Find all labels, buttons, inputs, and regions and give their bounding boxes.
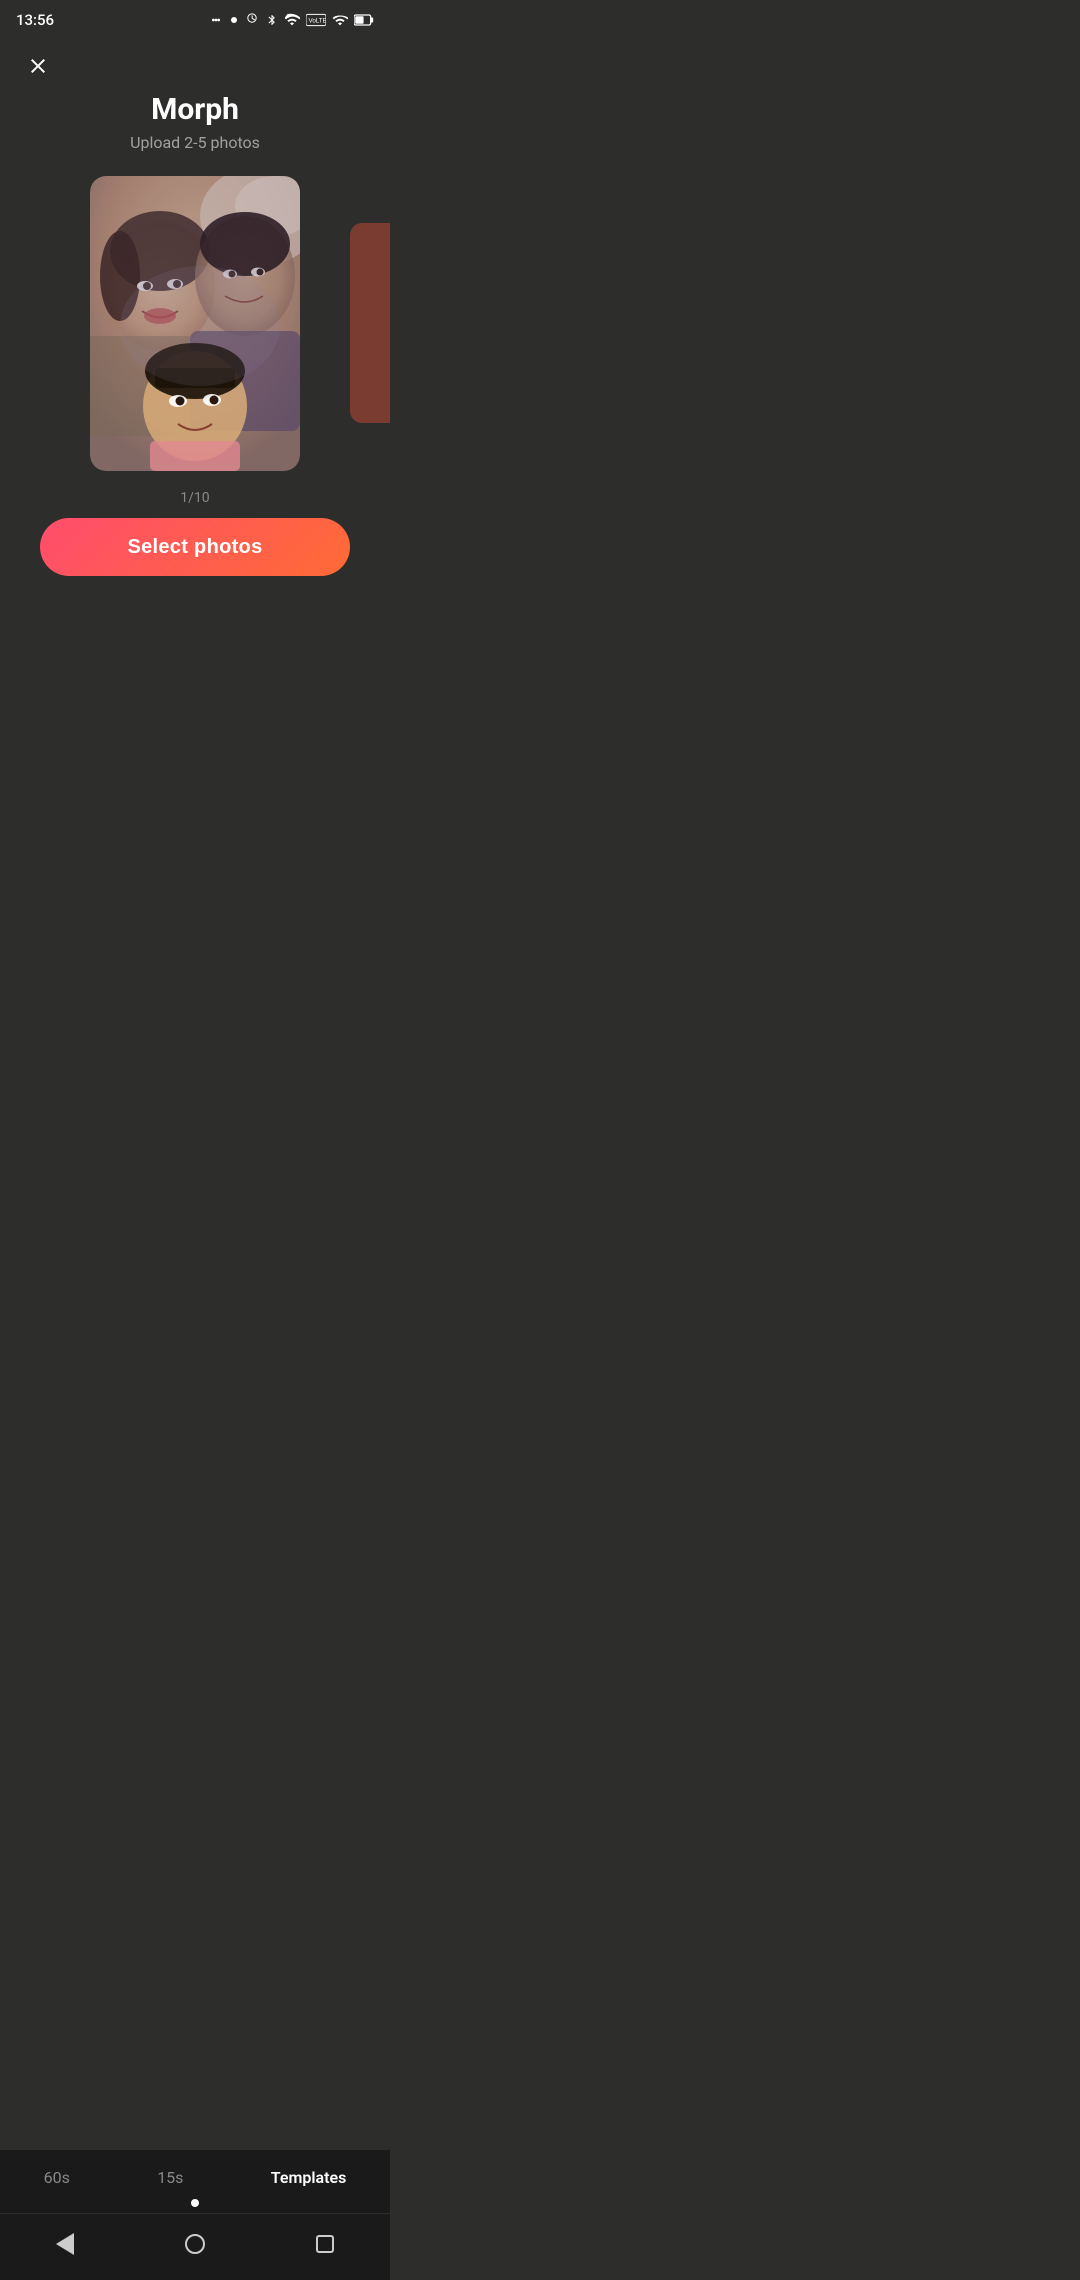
nav-bar [0, 2213, 390, 2280]
recents-icon [316, 2235, 334, 2253]
page-subtitle: Upload 2-5 photos [0, 133, 390, 152]
close-icon [26, 54, 50, 78]
bluetooth-icon [266, 12, 278, 28]
status-icons: VoLTE [208, 12, 374, 28]
select-photos-button[interactable]: Select photos [40, 518, 350, 576]
morph-scene [90, 176, 300, 471]
lte-icon: VoLTE [306, 12, 326, 28]
back-nav-button[interactable] [45, 2224, 85, 2264]
tab-indicator-row [0, 2199, 390, 2213]
svg-text:VoLTE: VoLTE [309, 18, 327, 25]
status-time: 13:56 [16, 11, 54, 29]
bottom-tabs: 60s 15s Templates [0, 2150, 390, 2280]
tabs-row: 60s 15s Templates [0, 2150, 390, 2199]
wifi-icon [284, 12, 300, 28]
photo-card-main[interactable] [90, 176, 300, 471]
assistant-icon [208, 12, 224, 28]
back-icon [56, 2233, 74, 2255]
tab-indicator-dot [191, 2199, 199, 2207]
content-area: 1/10 Select photos [0, 168, 390, 722]
tab-60s[interactable]: 60s [32, 2164, 82, 2191]
alarm-icon [244, 12, 260, 28]
recents-nav-button[interactable] [305, 2224, 345, 2264]
page-title: Morph [0, 92, 390, 127]
photo-carousel[interactable] [0, 168, 390, 478]
home-icon [185, 2234, 205, 2254]
header: Morph Upload 2-5 photos [0, 36, 390, 168]
close-button[interactable] [20, 48, 56, 84]
dot-icon [230, 16, 238, 24]
photo-card-side [350, 223, 390, 423]
battery-icon [354, 13, 374, 27]
signal-icon [332, 12, 348, 28]
home-nav-button[interactable] [175, 2224, 215, 2264]
carousel-pagination: 1/10 [0, 490, 390, 506]
tab-15s[interactable]: 15s [145, 2164, 195, 2191]
morph-photo [90, 176, 300, 471]
tab-templates[interactable]: Templates [259, 2164, 359, 2191]
status-bar: 13:56 VoLTE [0, 0, 390, 36]
